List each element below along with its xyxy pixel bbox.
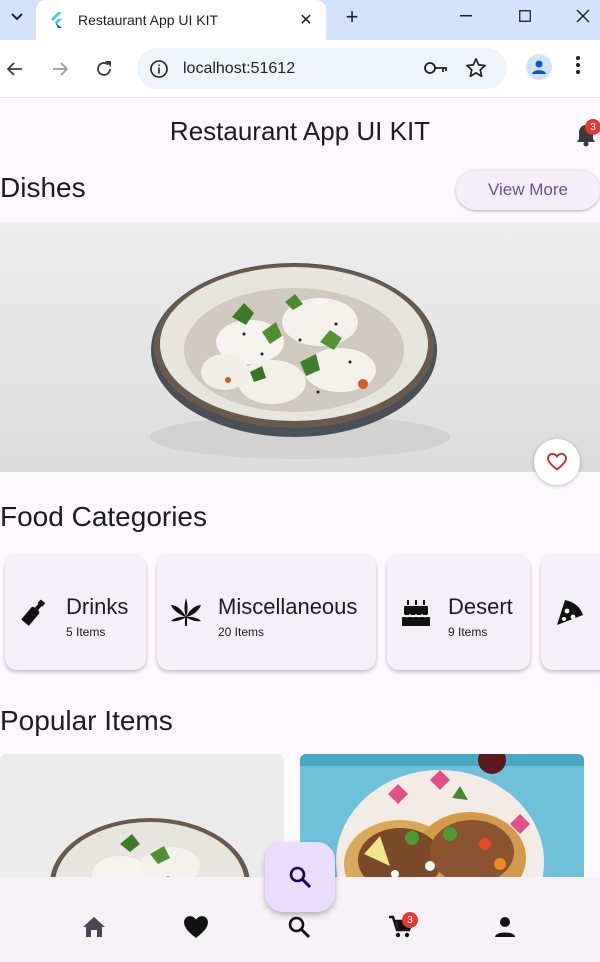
category-card-drinks[interactable]: Drinks 5 Items	[5, 555, 146, 670]
flutter-favicon-icon	[51, 12, 62, 28]
view-more-button[interactable]: View More	[456, 170, 600, 210]
maximize-icon[interactable]	[503, 4, 547, 28]
category-card-miscellaneous[interactable]: Miscellaneous 20 Items	[157, 555, 376, 670]
food-categories-list[interactable]: Drinks 5 Items Miscellaneous 20 Items De…	[0, 550, 600, 676]
url-text: localhost:51612	[183, 60, 296, 77]
popular-items-title: Popular Items	[0, 705, 173, 736]
tab-close-icon[interactable]: ✕	[296, 10, 316, 30]
category-name: Miscellaneous	[218, 594, 358, 619]
cart-count-badge: 3	[402, 912, 418, 928]
category-name: Desert	[448, 594, 513, 619]
back-arrow-icon[interactable]	[2, 56, 28, 82]
category-name: Drinks	[66, 594, 129, 619]
site-info-icon[interactable]	[149, 59, 169, 79]
notification-badge: 3	[585, 119, 600, 135]
new-tab-plus-icon[interactable]: +	[340, 4, 364, 30]
profile-avatar-icon[interactable]	[526, 54, 552, 80]
bottle-icon	[17, 595, 51, 629]
address-bar: localhost:51612	[0, 40, 600, 98]
reload-icon[interactable]	[91, 56, 117, 82]
food-categories-title: Food Categories	[0, 501, 208, 532]
category-count: 9 Items	[448, 625, 488, 639]
bookmark-star-icon[interactable]	[465, 57, 487, 79]
tab-search-chevron-icon[interactable]	[0, 0, 34, 34]
home-icon[interactable]	[80, 913, 108, 941]
tab-title: Restaurant App UI KIT	[78, 12, 219, 28]
cannabis-leaf-icon	[169, 595, 203, 629]
pizza-slice-icon	[553, 595, 587, 629]
browser-menu-icon[interactable]	[576, 56, 580, 79]
browser-tab[interactable]: Restaurant App UI KIT ✕	[36, 0, 326, 40]
heart-outline-icon	[547, 453, 567, 471]
category-count: 20 Items	[218, 625, 265, 639]
dish-image[interactable]	[0, 222, 600, 472]
search-icon[interactable]	[285, 913, 313, 941]
heart-icon[interactable]	[182, 913, 210, 941]
cake-icon	[399, 595, 433, 629]
category-card-desert[interactable]: Desert 9 Items	[387, 555, 530, 670]
search-fab-button[interactable]	[265, 842, 335, 912]
category-count: 5 Items	[66, 625, 106, 639]
minimize-icon[interactable]	[444, 4, 488, 28]
search-icon	[289, 866, 312, 889]
app-viewport: Restaurant App UI KIT 3 Dishes View More	[0, 98, 600, 962]
close-window-icon[interactable]	[561, 4, 600, 28]
password-key-icon[interactable]	[423, 58, 449, 78]
category-card-pizza[interactable]	[541, 555, 600, 670]
forward-arrow-icon[interactable]	[47, 56, 73, 82]
dumpling-bowl-image	[150, 263, 450, 459]
browser-titlebar: Restaurant App UI KIT ✕ +	[0, 0, 600, 40]
omnibox[interactable]: localhost:51612	[137, 48, 507, 89]
person-icon[interactable]	[491, 913, 519, 941]
favorite-button[interactable]	[534, 439, 580, 485]
app-title: Restaurant App UI KIT	[169, 116, 431, 146]
dishes-title: Dishes	[0, 172, 86, 203]
